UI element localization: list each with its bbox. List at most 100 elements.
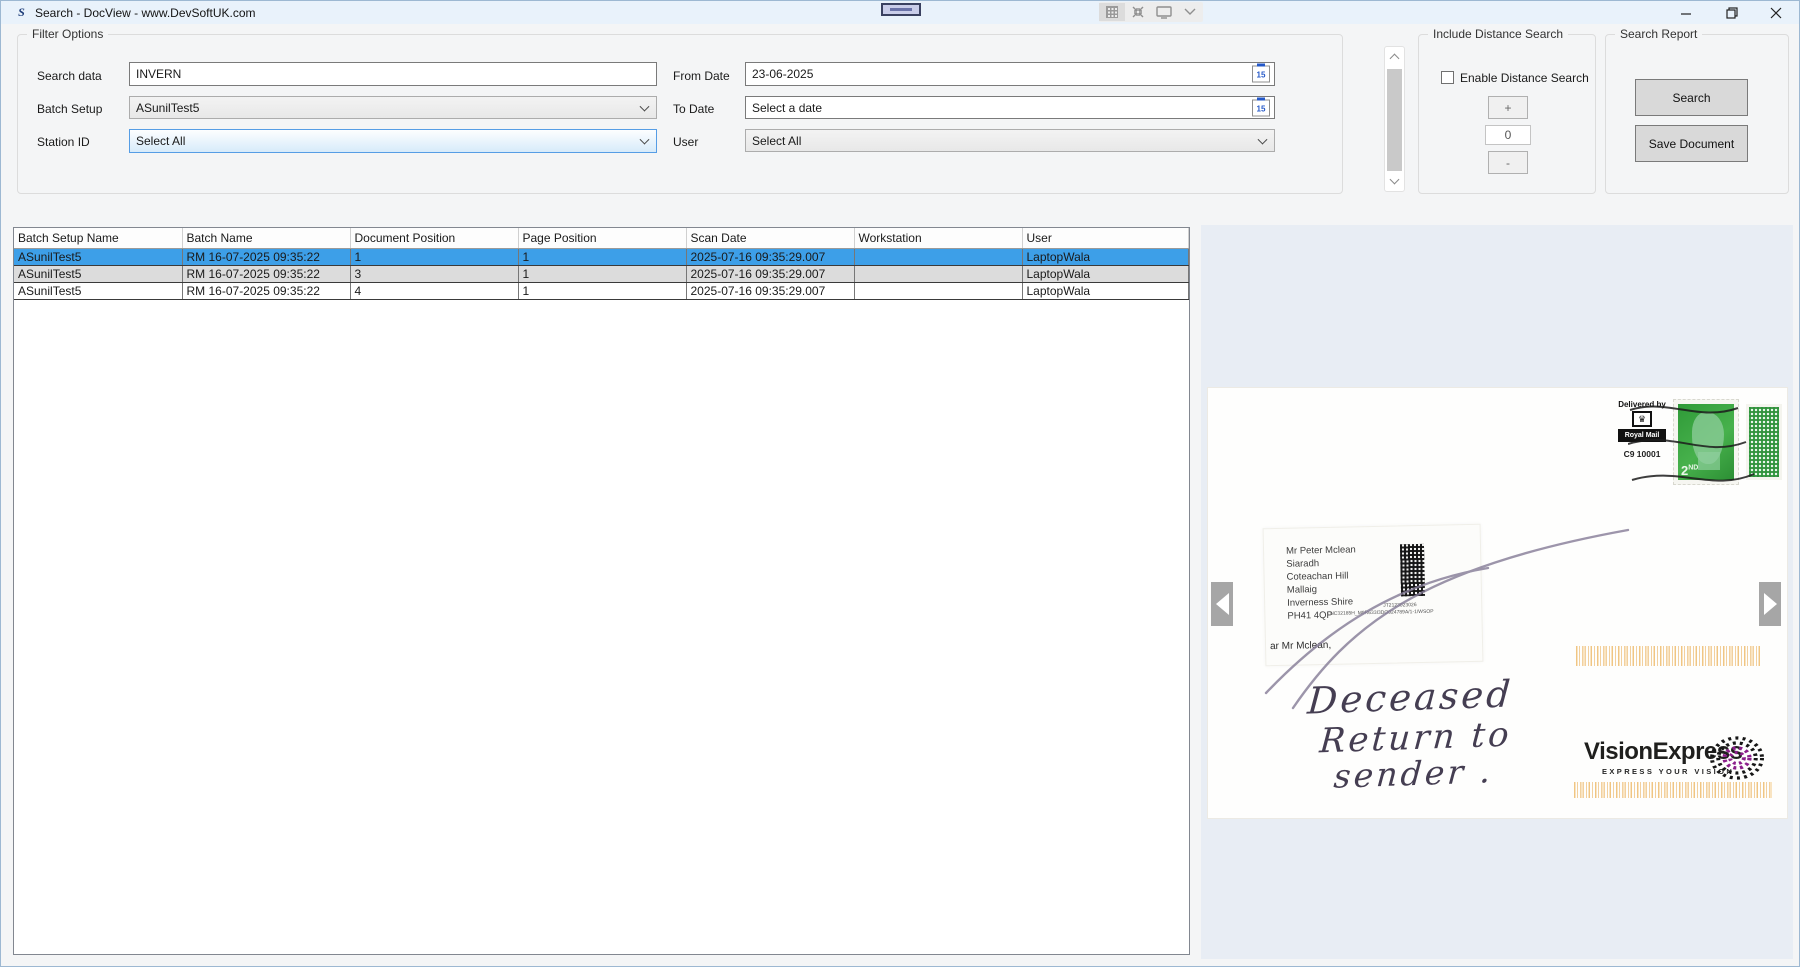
cell[interactable]: 2025-07-16 09:35:29.007 — [686, 265, 854, 282]
cell[interactable]: 1 — [518, 248, 686, 265]
arrow-right-icon — [1764, 593, 1777, 615]
search-report-label: Search Report — [1615, 27, 1702, 41]
minimize-icon — [1680, 7, 1692, 19]
results-grid: Batch Setup Name Batch Name Document Pos… — [13, 227, 1190, 955]
cell[interactable] — [854, 282, 1022, 299]
grid-header-row: Batch Setup Name Batch Name Document Pos… — [14, 228, 1189, 248]
chevron-down-icon — [1258, 134, 1268, 144]
close-icon — [1770, 7, 1782, 19]
next-page-button[interactable] — [1759, 582, 1781, 626]
document-viewer-panel: Delivered by ♛ Royal Mail C9 10001 2ND — [1201, 225, 1793, 959]
search-data-input[interactable]: INVERN — [129, 62, 657, 86]
scroll-up-icon[interactable] — [1390, 54, 1400, 64]
handwritten-note-line: sender . — [1332, 751, 1494, 796]
cell[interactable] — [854, 265, 1022, 282]
search-data-label: Search data — [37, 69, 102, 83]
column-header-workstation[interactable]: Workstation — [854, 228, 1022, 248]
inkjet-spray-mark — [1576, 646, 1762, 666]
station-id-combo[interactable]: Select All — [129, 129, 657, 153]
cell[interactable]: RM 16-07-2025 09:35:22 — [182, 248, 350, 265]
enable-distance-label: Enable Distance Search — [1460, 71, 1589, 85]
save-document-button[interactable]: Save Document — [1635, 125, 1748, 162]
calendar-icon[interactable]: 15 — [1252, 66, 1270, 83]
toolbar-chevron-button[interactable] — [1177, 3, 1203, 21]
station-id-value: Select All — [136, 134, 185, 148]
from-date-picker[interactable]: 23-06-2025 15 — [745, 62, 1275, 86]
filter-scrollbar[interactable] — [1384, 46, 1405, 192]
column-header-scan-date[interactable]: Scan Date — [686, 228, 854, 248]
column-header-user[interactable]: User — [1022, 228, 1189, 248]
cell[interactable]: LaptopWala — [1022, 282, 1189, 299]
arrow-left-icon — [1216, 593, 1229, 615]
restore-button[interactable] — [1711, 1, 1753, 24]
column-header-batch-setup-name[interactable]: Batch Setup Name — [14, 228, 182, 248]
cell[interactable]: ASunilTest5 — [14, 282, 182, 299]
previous-page-button[interactable] — [1211, 582, 1233, 626]
cell[interactable]: ASunilTest5 — [14, 265, 182, 282]
window-title: Search - DocView - www.DevSoftUK.com — [35, 6, 256, 20]
distance-plus-button[interactable]: + — [1488, 96, 1528, 119]
cell[interactable]: 3 — [350, 265, 518, 282]
user-value: Select All — [752, 134, 801, 148]
cell[interactable]: 1 — [518, 282, 686, 299]
application-window: S Search - DocView - www.DevSoftUK.com — [0, 0, 1800, 967]
enable-distance-checkbox[interactable] — [1441, 71, 1454, 84]
cell[interactable]: 1 — [350, 248, 518, 265]
search-data-value: INVERN — [136, 67, 181, 81]
title-bar[interactable]: S Search - DocView - www.DevSoftUK.com — [1, 1, 1799, 24]
cell[interactable]: 4 — [350, 282, 518, 299]
filter-options-label: Filter Options — [27, 27, 108, 41]
monitor-button[interactable] — [1151, 3, 1177, 21]
scrollbar-thumb[interactable] — [1387, 69, 1402, 171]
restore-icon — [1726, 7, 1738, 19]
cell[interactable]: 2025-07-16 09:35:29.007 — [686, 248, 854, 265]
cell[interactable]: 1 — [518, 265, 686, 282]
table-row[interactable]: ASunilTest5 RM 16-07-2025 09:35:22 3 1 2… — [14, 265, 1189, 282]
to-date-label: To Date — [673, 102, 714, 116]
distance-value-input[interactable]: 0 — [1485, 125, 1531, 145]
from-date-value: 23-06-2025 — [752, 67, 813, 81]
to-date-placeholder: Select a date — [752, 101, 822, 115]
cell[interactable] — [854, 248, 1022, 265]
station-id-label: Station ID — [37, 135, 90, 149]
vision-express-eye-icon — [1706, 734, 1768, 782]
chevron-down-icon — [1184, 8, 1196, 16]
shrink-button[interactable] — [1125, 3, 1151, 21]
monitor-icon — [1156, 5, 1172, 19]
distance-search-label: Include Distance Search — [1428, 27, 1568, 41]
grid-view-button[interactable] — [1099, 3, 1125, 21]
cell[interactable]: RM 16-07-2025 09:35:22 — [182, 265, 350, 282]
column-header-page-position[interactable]: Page Position — [518, 228, 686, 248]
calendar-icon[interactable]: 15 — [1252, 99, 1270, 116]
cell[interactable]: ASunilTest5 — [14, 248, 182, 265]
scroll-down-icon[interactable] — [1390, 175, 1400, 185]
table-row-selected[interactable]: ASunilTest5 RM 16-07-2025 09:35:22 1 1 2… — [14, 248, 1189, 265]
column-header-batch-name[interactable]: Batch Name — [182, 228, 350, 248]
table-row[interactable]: ASunilTest5 RM 16-07-2025 09:35:22 4 1 2… — [14, 282, 1189, 299]
scanned-envelope-image: Delivered by ♛ Royal Mail C9 10001 2ND — [1207, 387, 1788, 819]
user-combo[interactable]: Select All — [745, 129, 1275, 152]
distance-minus-button[interactable]: - — [1488, 151, 1528, 174]
cell[interactable]: LaptopWala — [1022, 265, 1189, 282]
chevron-down-icon — [640, 135, 650, 145]
cancellation-marks — [1628, 396, 1793, 496]
minimize-button[interactable] — [1665, 1, 1707, 24]
inkjet-spray-mark — [1574, 782, 1772, 798]
user-label: User — [673, 135, 698, 149]
cell[interactable]: RM 16-07-2025 09:35:22 — [182, 282, 350, 299]
dock-handle[interactable] — [881, 3, 921, 16]
batch-setup-combo[interactable]: ASunilTest5 — [129, 96, 657, 119]
shrink-icon — [1131, 5, 1145, 19]
from-date-label: From Date — [673, 69, 730, 83]
column-header-document-position[interactable]: Document Position — [350, 228, 518, 248]
app-icon: S — [14, 5, 29, 20]
cell[interactable]: LaptopWala — [1022, 248, 1189, 265]
close-button[interactable] — [1755, 1, 1797, 24]
viewer-toolbar — [1099, 2, 1203, 22]
to-date-picker[interactable]: Select a date 15 — [745, 96, 1275, 119]
batch-setup-label: Batch Setup — [37, 102, 102, 116]
grid-icon — [1105, 5, 1119, 19]
chevron-down-icon — [640, 101, 650, 111]
cell[interactable]: 2025-07-16 09:35:29.007 — [686, 282, 854, 299]
search-button[interactable]: Search — [1635, 79, 1748, 116]
